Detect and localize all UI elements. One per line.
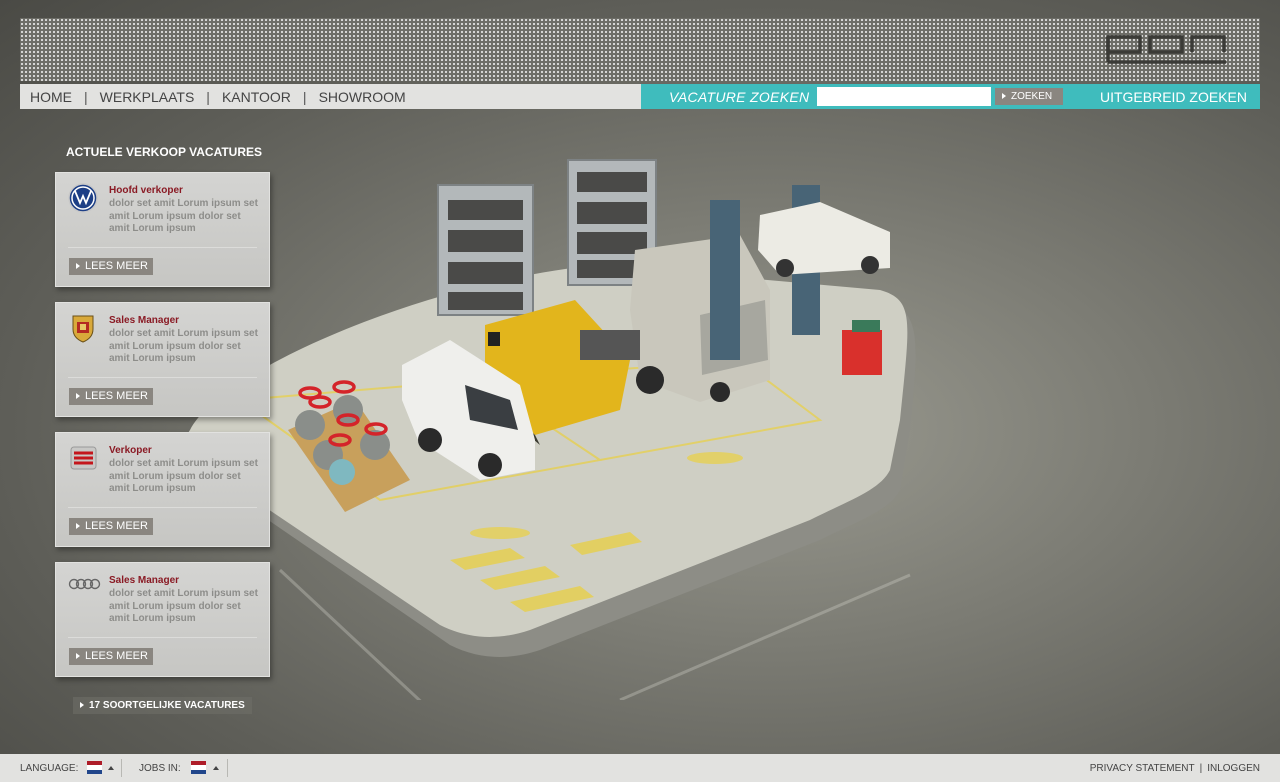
language-label: LANGUAGE:	[20, 763, 79, 774]
nav-showroom[interactable]: SHOWROOM	[319, 89, 406, 105]
seat-logo-icon	[70, 446, 97, 470]
nav-werkplaats[interactable]: WERKPLAATS	[100, 89, 195, 105]
search-button[interactable]: ZOEKEN	[995, 88, 1063, 105]
main-nav: HOME | WERKPLAATS | KANTOOR | SHOWROOM	[30, 84, 406, 109]
navigation-bar: HOME | WERKPLAATS | KANTOOR | SHOWROOM V…	[20, 84, 1260, 109]
read-more-button[interactable]: LEES MEER	[69, 388, 153, 405]
audi-rings-icon	[68, 578, 101, 590]
header-banner	[20, 18, 1260, 81]
jobs-in-label: JOBS IN:	[139, 763, 181, 774]
login-link[interactable]: INLOGGEN	[1207, 763, 1260, 774]
porsche-crest-icon	[72, 315, 94, 343]
vacancy-description: dolor set amit Lorum ipsum set amit Loru…	[109, 588, 258, 624]
arrow-right-icon	[76, 523, 80, 529]
dutch-flag-icon[interactable]	[191, 761, 206, 774]
workshop-scene-illustration	[185, 159, 916, 700]
pon-logo-icon[interactable]	[1106, 34, 1228, 66]
footer: LANGUAGE: JOBS IN: PRIVACY STATEMENT | INL…	[0, 754, 1280, 782]
vacancy-card: Sales Manager dolor set amit Lorum ipsum…	[55, 302, 270, 417]
nav-separator: |	[302, 88, 307, 105]
vacancy-description: dolor set amit Lorum ipsum set amit Loru…	[109, 328, 258, 364]
caret-up-icon[interactable]	[108, 766, 114, 770]
nav-separator: |	[206, 88, 210, 105]
card-divider	[68, 507, 257, 508]
vacancy-description: dolor set amit Lorum ipsum set amit Loru…	[109, 198, 258, 234]
vacancy-title[interactable]: Verkoper	[109, 445, 152, 456]
search-bar: VACATURE ZOEKEN ZOEKEN UITGEBREID ZOEKEN	[641, 84, 1260, 109]
read-more-button[interactable]: LEES MEER	[69, 518, 153, 535]
vacancy-card: Hoofd verkoper dolor set amit Lorum ipsu…	[55, 172, 270, 287]
vacancy-title[interactable]: Hoofd verkoper	[109, 185, 183, 196]
read-more-button[interactable]: LEES MEER	[69, 648, 153, 665]
card-divider	[68, 637, 257, 638]
read-more-label: LEES MEER	[85, 260, 148, 272]
read-more-label: LEES MEER	[85, 520, 148, 532]
footer-separator: |	[1199, 763, 1203, 774]
caret-up-icon[interactable]	[213, 766, 219, 770]
search-button-label: ZOEKEN	[1011, 91, 1053, 102]
arrow-right-icon	[1002, 93, 1006, 99]
read-more-button[interactable]: LEES MEER	[69, 258, 153, 275]
footer-links: PRIVACY STATEMENT | INLOGGEN	[1090, 763, 1260, 774]
vacancy-card: Sales Manager dolor set amit Lorum ipsum…	[55, 562, 270, 677]
footer-divider	[227, 759, 228, 777]
advanced-search-link[interactable]: UITGEBREID ZOEKEN	[1100, 89, 1247, 105]
arrow-right-icon	[76, 263, 80, 269]
arrow-right-icon	[76, 393, 80, 399]
nav-separator: |	[84, 88, 88, 105]
similar-vacancies-label: 17 SOORTGELIJKE VACATURES	[89, 700, 245, 711]
vacancy-card: Verkoper dolor set amit Lorum ipsum set …	[55, 432, 270, 547]
arrow-right-icon	[76, 653, 80, 659]
privacy-statement-link[interactable]: PRIVACY STATEMENT	[1090, 763, 1195, 774]
section-title: ACTUELE VERKOOP VACATURES	[66, 145, 263, 159]
vacancy-title[interactable]: Sales Manager	[109, 575, 179, 586]
arrow-right-icon	[80, 702, 84, 708]
nav-home[interactable]: HOME	[30, 89, 72, 105]
dutch-flag-icon[interactable]	[87, 761, 102, 774]
volkswagen-logo-icon	[68, 183, 98, 213]
nav-kantoor[interactable]: KANTOOR	[222, 89, 291, 105]
search-label: VACATURE ZOEKEN	[669, 89, 810, 105]
card-divider	[68, 377, 257, 378]
vacancy-title[interactable]: Sales Manager	[109, 315, 179, 326]
read-more-label: LEES MEER	[85, 390, 148, 402]
search-input[interactable]	[817, 87, 991, 106]
footer-divider	[121, 759, 122, 777]
similar-vacancies-link[interactable]: 17 SOORTGELIJKE VACATURES	[73, 697, 252, 714]
card-divider	[68, 247, 257, 248]
vacancy-description: dolor set amit Lorum ipsum set amit Loru…	[109, 458, 258, 494]
read-more-label: LEES MEER	[85, 650, 148, 662]
